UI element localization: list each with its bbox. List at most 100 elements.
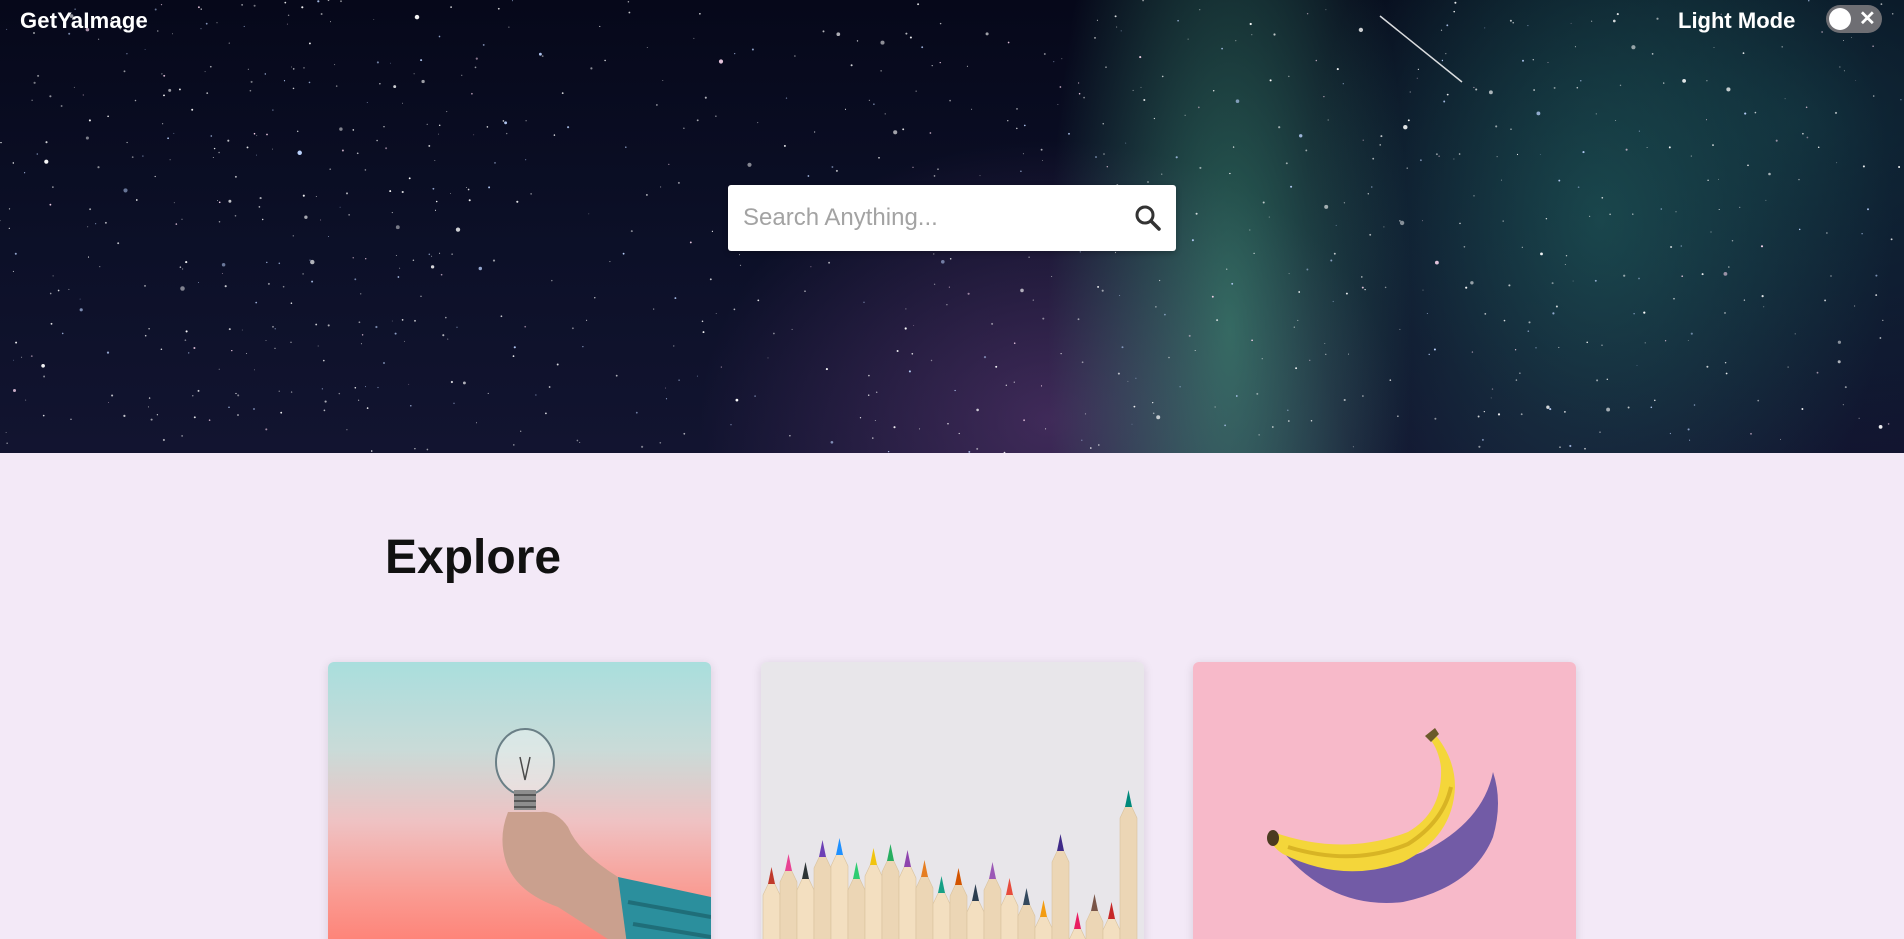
theme-toggle[interactable]: ✕ bbox=[1826, 5, 1882, 33]
star bbox=[918, 428, 921, 430]
star bbox=[1179, 386, 1181, 388]
star bbox=[283, 80, 286, 82]
search-input[interactable] bbox=[743, 185, 1113, 251]
star bbox=[421, 79, 425, 84]
star bbox=[302, 273, 304, 275]
star bbox=[1120, 30, 1122, 32]
star bbox=[911, 352, 914, 355]
star bbox=[704, 96, 707, 99]
search-button[interactable] bbox=[1132, 202, 1164, 234]
star bbox=[511, 0, 514, 2]
image-card-pencils[interactable] bbox=[761, 662, 1144, 939]
star bbox=[1705, 119, 1708, 121]
star bbox=[571, 327, 574, 330]
star bbox=[264, 73, 266, 75]
image-card-banana[interactable] bbox=[1193, 662, 1576, 939]
star bbox=[475, 57, 478, 60]
star bbox=[946, 303, 948, 306]
star bbox=[1633, 313, 1635, 315]
star bbox=[1084, 413, 1087, 415]
star bbox=[1399, 220, 1401, 222]
star bbox=[142, 155, 144, 157]
star bbox=[1024, 124, 1026, 127]
star bbox=[1632, 213, 1634, 215]
star bbox=[1194, 349, 1196, 352]
star bbox=[401, 190, 404, 194]
star bbox=[1003, 451, 1006, 453]
star bbox=[1216, 319, 1219, 322]
star bbox=[556, 363, 559, 366]
star bbox=[887, 450, 890, 453]
star bbox=[1152, 401, 1154, 404]
star bbox=[1798, 228, 1801, 231]
star bbox=[1358, 27, 1364, 33]
star bbox=[696, 119, 699, 122]
star bbox=[939, 22, 942, 25]
star bbox=[1742, 52, 1745, 54]
star bbox=[1081, 439, 1083, 441]
star bbox=[1576, 86, 1579, 89]
star bbox=[1862, 165, 1865, 168]
star bbox=[1725, 372, 1728, 375]
star bbox=[1249, 229, 1251, 231]
star bbox=[317, 345, 319, 347]
star bbox=[150, 418, 153, 421]
star bbox=[1781, 46, 1783, 48]
star bbox=[1627, 406, 1630, 409]
star bbox=[1013, 342, 1016, 344]
star bbox=[1095, 156, 1097, 158]
star bbox=[82, 94, 84, 96]
star bbox=[310, 259, 315, 265]
star bbox=[917, 3, 920, 6]
star bbox=[739, 264, 742, 267]
star bbox=[173, 132, 175, 134]
star bbox=[1407, 119, 1410, 122]
star bbox=[1232, 146, 1235, 148]
image-card-lightbulb[interactable] bbox=[328, 662, 711, 939]
star bbox=[327, 0, 330, 2]
star bbox=[635, 411, 638, 414]
star bbox=[365, 386, 366, 388]
star bbox=[205, 22, 208, 25]
star bbox=[1106, 166, 1108, 168]
star bbox=[131, 156, 134, 158]
star bbox=[896, 349, 899, 353]
star bbox=[1588, 215, 1591, 218]
shooting-star bbox=[1379, 15, 1463, 83]
star bbox=[234, 215, 237, 217]
star bbox=[370, 450, 373, 452]
star bbox=[235, 392, 237, 395]
star bbox=[1116, 26, 1118, 28]
star bbox=[1606, 407, 1611, 412]
star bbox=[794, 55, 796, 57]
star bbox=[389, 62, 391, 64]
star bbox=[434, 209, 437, 211]
star bbox=[330, 21, 332, 23]
star bbox=[513, 346, 516, 349]
star bbox=[1013, 381, 1015, 383]
star bbox=[506, 132, 508, 135]
star bbox=[376, 61, 379, 64]
star bbox=[835, 169, 838, 172]
star bbox=[909, 36, 912, 39]
star bbox=[1352, 446, 1354, 448]
star bbox=[1724, 361, 1727, 364]
star bbox=[462, 381, 466, 385]
site-logo[interactable]: GetYaImage bbox=[20, 8, 148, 34]
star bbox=[1584, 447, 1586, 450]
star bbox=[237, 394, 240, 397]
star bbox=[1383, 226, 1385, 228]
star bbox=[1251, 34, 1253, 36]
star bbox=[213, 147, 216, 150]
star bbox=[241, 329, 243, 331]
star bbox=[0, 220, 1, 222]
star bbox=[308, 81, 311, 84]
star bbox=[1089, 447, 1092, 449]
star bbox=[1784, 98, 1786, 100]
star bbox=[308, 42, 311, 45]
star bbox=[292, 87, 295, 90]
star bbox=[502, 120, 505, 122]
star bbox=[933, 283, 936, 285]
star bbox=[1249, 22, 1252, 26]
star bbox=[1872, 95, 1875, 97]
